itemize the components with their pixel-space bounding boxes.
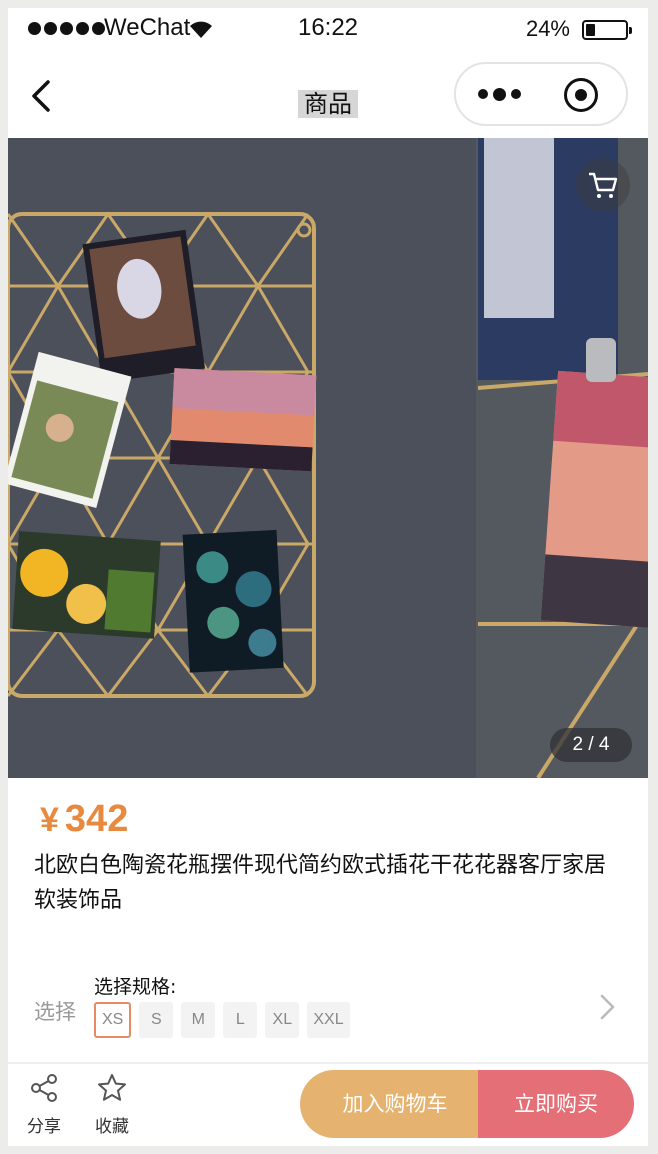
size-option-s[interactable]: S — [139, 1002, 174, 1038]
star-icon — [98, 1074, 126, 1101]
favorite-button[interactable]: 收藏 — [84, 1070, 140, 1137]
page-title-text: 商品 — [298, 90, 358, 118]
size-options: XS S M L XL XXL — [94, 1002, 350, 1038]
more-options-button[interactable] — [456, 64, 542, 124]
phone-screen: WeChat 16:22 24% 商品 2 / 4 ¥ 342 北欧白色陶瓷花瓶… — [8, 8, 648, 1146]
product-price: ¥342 — [40, 798, 128, 841]
favorite-label: 收藏 — [95, 1117, 129, 1137]
close-mini-program-button[interactable] — [564, 78, 598, 112]
photo-card-succulents — [182, 529, 284, 673]
spec-selector[interactable]: 选择 选择规格: XS S M L XL XXL — [8, 948, 648, 1062]
size-option-xxl[interactable]: XXL — [307, 1002, 350, 1038]
share-button[interactable]: 分享 — [16, 1070, 72, 1137]
product-title: 北欧白色陶瓷花瓶摆件现代简约欧式插花干花花器客厅家居软装饰品 — [34, 853, 607, 913]
size-option-xs[interactable]: XS — [94, 1002, 132, 1038]
cart-icon — [589, 172, 618, 198]
mini-program-capsule — [454, 62, 628, 126]
battery-icon — [582, 20, 632, 40]
size-option-m[interactable]: M — [181, 1002, 216, 1038]
share-label: 分享 — [27, 1117, 61, 1137]
buy-now-button[interactable]: 立即购买 — [478, 1070, 634, 1138]
status-bar: WeChat 16:22 24% — [8, 8, 648, 50]
size-option-l[interactable]: L — [223, 1002, 258, 1038]
spec-label: 选择 — [34, 1000, 76, 1024]
photo-card-mother-baby — [82, 229, 205, 383]
spec-heading: 选择规格: — [94, 976, 177, 998]
add-to-cart-button[interactable]: 加入购物车 — [300, 1070, 490, 1138]
price-value: 342 — [64, 798, 129, 840]
bottom-action-bar: 分享 收藏 加入购物车 立即购买 — [8, 1064, 648, 1146]
currency-symbol: ¥ — [40, 801, 59, 839]
cart-button[interactable] — [576, 158, 630, 212]
battery-percentage: 24% — [525, 16, 570, 41]
share-icon — [31, 1074, 57, 1102]
chevron-right-icon — [600, 994, 615, 1020]
photo-card-balloons — [12, 531, 161, 639]
product-image — [8, 138, 648, 778]
size-option-xl[interactable]: XL — [265, 1002, 300, 1038]
product-image-gallery[interactable]: 2 / 4 — [8, 138, 648, 778]
image-pager-indicator: 2 / 4 — [550, 728, 632, 762]
photo-card-sunset — [169, 368, 317, 472]
navigation-bar: 商品 — [8, 50, 648, 138]
